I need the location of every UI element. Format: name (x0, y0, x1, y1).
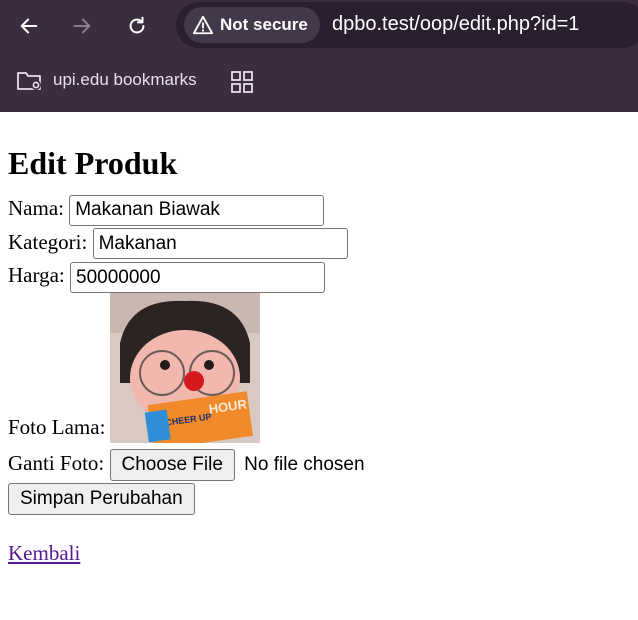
ganti-foto-row: Ganti Foto: Choose File No file chosen (8, 447, 630, 482)
apps-grid-icon[interactable] (230, 70, 254, 94)
submit-button[interactable]: Simpan Perubahan (8, 483, 195, 516)
browser-chrome: Not secure dpbo.test/oop/edit.php?id=1 u… (0, 0, 638, 112)
choose-file-button[interactable]: Choose File (109, 449, 235, 482)
url-text[interactable]: dpbo.test/oop/edit.php?id=1 (332, 13, 579, 36)
foto-lama-label: Foto Lama: (8, 415, 106, 440)
bookmark-folder-label: upi.edu bookmarks (53, 70, 197, 89)
page-title: Edit Produk (8, 145, 178, 181)
page-content: Edit Produk Nama: Kategori: Harga: Foto … (0, 144, 638, 569)
bookmarks-bar: upi.edu bookmarks (0, 58, 638, 106)
submit-row: Simpan Perubahan (8, 481, 630, 516)
back-button[interactable] (13, 10, 45, 42)
warning-icon (192, 15, 214, 35)
harga-label: Harga: (8, 263, 65, 288)
nama-input[interactable] (69, 194, 325, 226)
harga-row: Harga: (8, 259, 630, 294)
browser-toolbar: Not secure dpbo.test/oop/edit.php?id=1 (0, 0, 638, 52)
back-icon (20, 18, 38, 34)
harga-input[interactable] (70, 262, 326, 294)
ganti-foto-label: Ganti Foto: (8, 451, 105, 476)
edit-product-form: Nama: Kategori: Harga: Foto Lama: (8, 192, 630, 516)
file-status: No file chosen (244, 454, 365, 476)
reload-icon (129, 16, 145, 34)
product-photo: CHEER UP HOUR (110, 293, 261, 444)
back-link[interactable]: Kembali (8, 541, 80, 565)
kategori-input[interactable] (92, 228, 348, 260)
nama-row: Nama: (8, 192, 630, 226)
address-bar[interactable]: Not secure dpbo.test/oop/edit.php?id=1 (176, 2, 638, 48)
security-label: Not secure (220, 15, 308, 34)
back-link-row: Kembali (8, 537, 630, 569)
folder-settings-icon (17, 72, 41, 90)
nama-label: Nama: (8, 196, 64, 220)
reload-button[interactable] (121, 10, 153, 42)
security-chip[interactable]: Not secure (184, 7, 320, 43)
forward-button[interactable] (66, 10, 98, 42)
forward-icon (73, 18, 91, 34)
bookmark-folder-upi[interactable]: upi.edu bookmarks (16, 68, 197, 92)
kategori-row: Kategori: (8, 226, 630, 260)
kategori-label: Kategori: (8, 229, 88, 254)
foto-lama-row: Foto Lama: CHEER UP HOUR (8, 293, 630, 444)
